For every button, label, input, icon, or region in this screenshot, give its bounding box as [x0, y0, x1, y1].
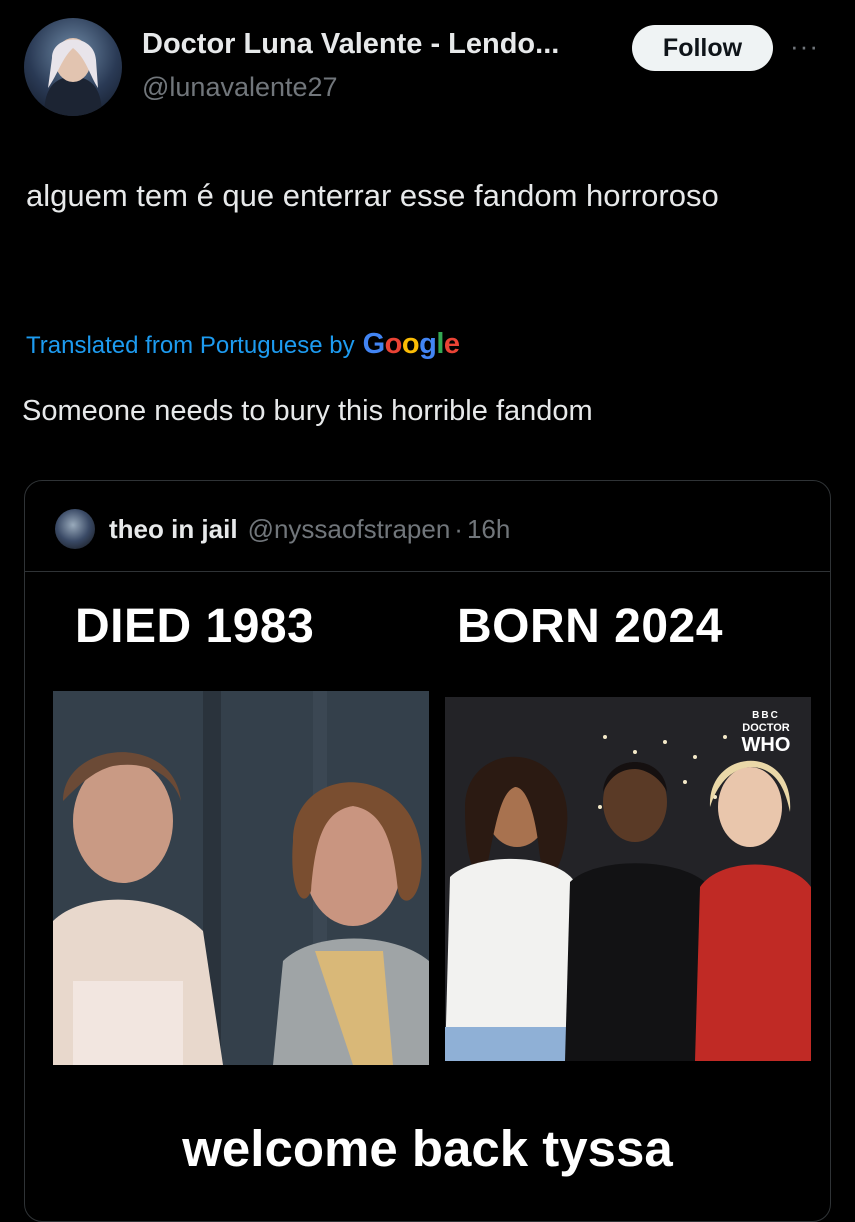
meme-right-photo: BBC DOCTOR WHO — [445, 697, 811, 1061]
quoted-tweet-card[interactable]: theo in jail @nyssaofstrapen · 16h DIED … — [24, 480, 831, 1222]
quoted-author-name[interactable]: theo in jail — [109, 514, 238, 545]
author-handle[interactable]: @lunavalente27 — [142, 72, 338, 103]
google-logo: Google — [362, 328, 460, 360]
meme-left-photo — [53, 691, 429, 1065]
follow-button[interactable]: Follow — [632, 25, 773, 71]
translation-attribution: Translated from Portuguese by Google — [26, 328, 460, 361]
translated-label[interactable]: Translated from Portuguese by — [26, 332, 355, 360]
meme-bottom-caption: welcome back tyssa — [182, 1120, 673, 1177]
quoted-timestamp[interactable]: 16h — [467, 514, 510, 545]
quoted-tweet-header: theo in jail @nyssaofstrapen · 16h — [55, 509, 510, 549]
translated-text: Someone needs to bury this horrible fand… — [22, 395, 593, 427]
author-display-name[interactable]: Doctor Luna Valente - Lendo... — [142, 28, 559, 61]
meme-right-caption: BORN 2024 — [457, 600, 723, 653]
quoted-author-handle[interactable]: @nyssaofstrapen — [248, 514, 451, 545]
divider — [25, 571, 830, 572]
meme-left-caption: DIED 1983 — [75, 600, 315, 653]
separator-dot: · — [454, 513, 463, 544]
more-horizontal-icon[interactable]: ··· — [790, 33, 830, 59]
doctor-who-logo: BBC DOCTOR WHO — [741, 710, 791, 756]
tweet-text: alguem tem é que enterrar esse fandom ho… — [26, 178, 719, 213]
quoted-author-avatar[interactable] — [55, 509, 95, 549]
author-avatar[interactable] — [24, 18, 122, 116]
